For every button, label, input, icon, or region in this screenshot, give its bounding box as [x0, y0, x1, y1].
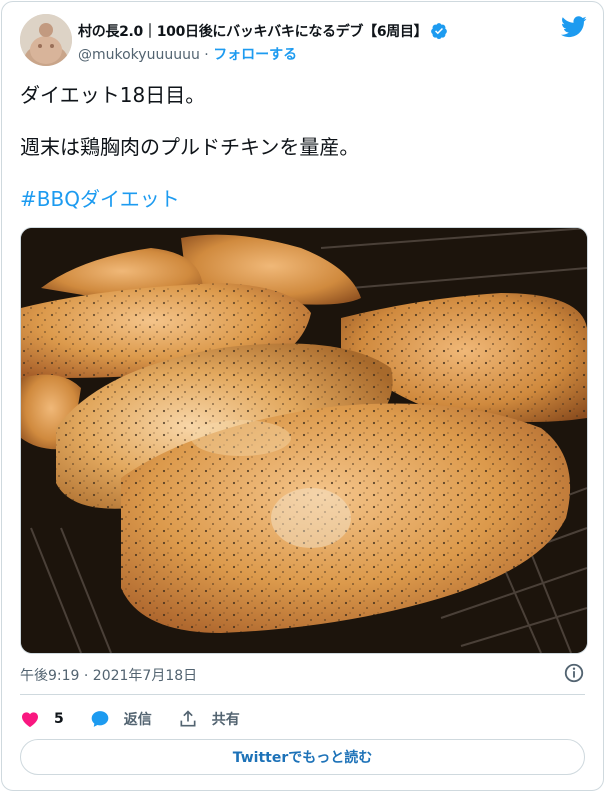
name-row: 村の長2.0｜100日後にバッキバキになるデブ【6周目】 [78, 21, 448, 41]
display-name[interactable]: 村の長2.0｜100日後にバッキバキになるデブ【6周目】 [78, 21, 428, 41]
avatar[interactable] [20, 14, 72, 66]
like-count: 5 [54, 711, 64, 727]
grilled-chicken-photo [21, 228, 587, 653]
tweet-photo[interactable] [20, 227, 588, 654]
share-button[interactable]: 共有 [178, 709, 240, 729]
reply-button[interactable]: 返信 [90, 709, 152, 729]
tweet-line-2: 週末は鶏胸肉のプルドチキンを量産。 [20, 135, 360, 159]
action-bar: 5 返信 共有 [20, 707, 585, 731]
share-label: 共有 [211, 712, 240, 728]
handle-separator: · [199, 47, 214, 63]
avatar-image [20, 14, 72, 66]
share-upload-icon [180, 710, 196, 727]
read-more-button[interactable]: Twitterでもっと読む [20, 739, 585, 775]
info-icon[interactable] [563, 662, 585, 684]
heart-icon [22, 712, 38, 727]
tweet-header: 村の長2.0｜100日後にバッキバキになるデブ【6周目】 @mukokyuuuu… [20, 14, 587, 70]
handle-row: @mukokyuuuuuu · フォローする [78, 44, 297, 64]
like-button[interactable]: 5 [20, 709, 64, 729]
reply-label: 返信 [123, 712, 152, 728]
divider [20, 694, 585, 695]
twitter-bird-icon[interactable] [561, 16, 587, 38]
tweet-body: ダイエット18日目。 週末は鶏胸肉のプルドチキンを量産。 #BBQダイエット [20, 82, 585, 238]
user-handle[interactable]: @mukokyuuuuuu [78, 47, 200, 63]
hashtag-link[interactable]: #BBQダイエット [20, 187, 180, 211]
meta-row: 午後9:19 · 2021年7月18日 [20, 662, 585, 686]
tweet-line-1: ダイエット18日目。 [20, 83, 206, 107]
verified-badge-icon [431, 23, 448, 40]
follow-button[interactable]: フォローする [213, 47, 297, 63]
tweet-card: 村の長2.0｜100日後にバッキバキになるデブ【6周目】 @mukokyuuuu… [1, 1, 604, 791]
reply-bubble-icon [91, 711, 109, 727]
tweet-timestamp[interactable]: 午後9:19 · 2021年7月18日 [20, 665, 197, 685]
